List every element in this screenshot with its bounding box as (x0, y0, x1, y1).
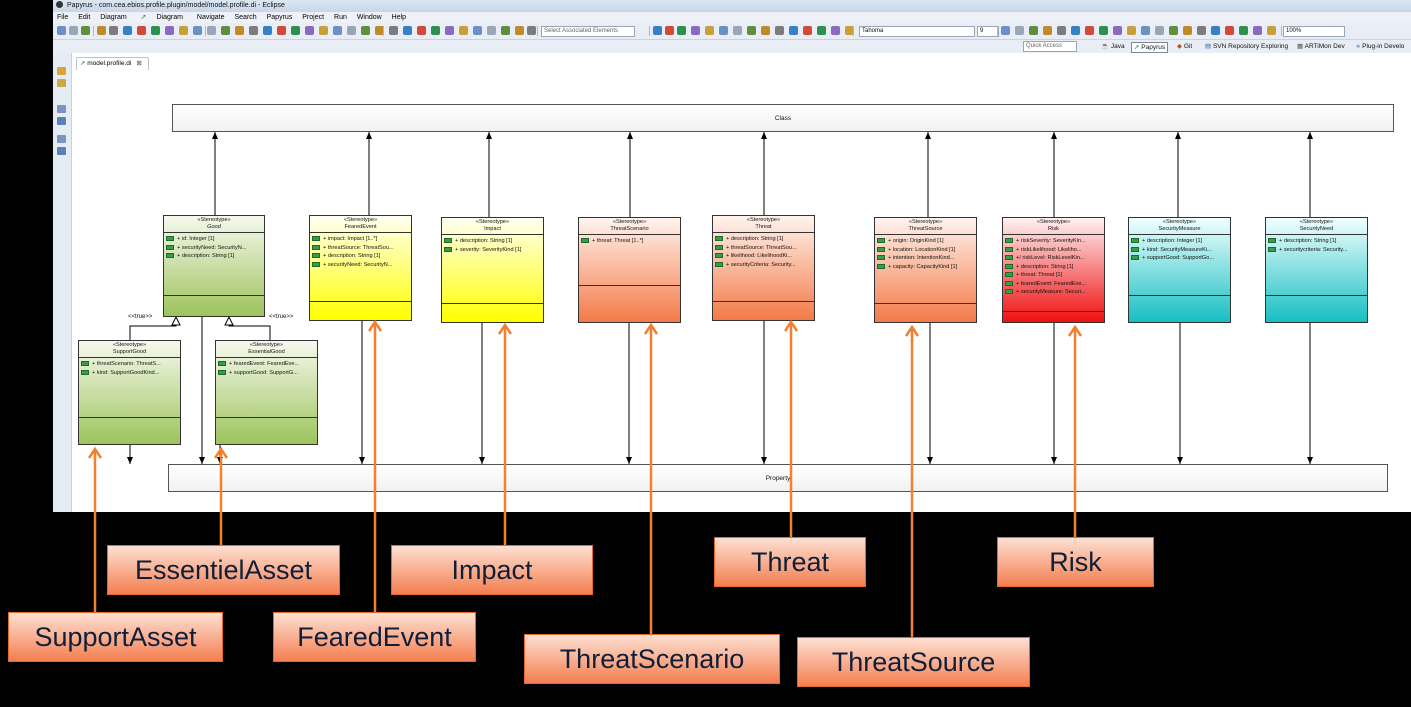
callout-source: ThreatSource (797, 637, 1030, 687)
callout-scenario: ThreatScenario (524, 634, 780, 684)
callout-support: SupportAsset (8, 612, 223, 662)
callout-arrows (87, 319, 1083, 637)
callout-impact: Impact (391, 545, 593, 595)
callout-essentiel: EssentielAsset (107, 545, 340, 595)
callout-risk: Risk (997, 537, 1154, 587)
callout-threat: Threat (714, 537, 866, 587)
callout-feared: FearedEvent (273, 612, 476, 662)
